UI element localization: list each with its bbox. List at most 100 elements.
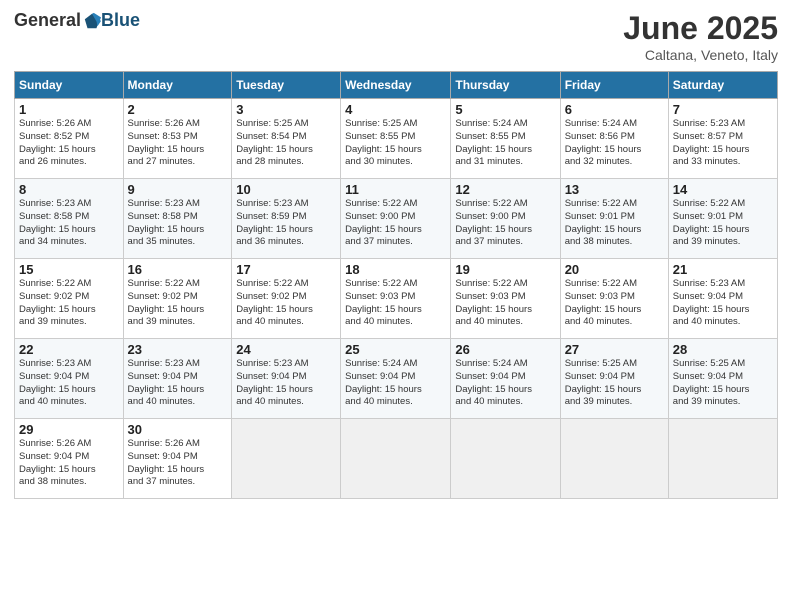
day-number: 4 xyxy=(345,102,446,117)
calendar-cell: 17Sunrise: 5:22 AMSunset: 9:02 PMDayligh… xyxy=(232,259,341,339)
day-info: Sunrise: 5:22 AMSunset: 9:03 PMDaylight:… xyxy=(565,278,664,329)
header-sunday: Sunday xyxy=(15,72,124,99)
day-number: 28 xyxy=(673,342,773,357)
calendar-cell: 30Sunrise: 5:26 AMSunset: 9:04 PMDayligh… xyxy=(123,419,232,499)
day-number: 21 xyxy=(673,262,773,277)
calendar-cell: 27Sunrise: 5:25 AMSunset: 9:04 PMDayligh… xyxy=(560,339,668,419)
day-number: 6 xyxy=(565,102,664,117)
calendar-cell: 15Sunrise: 5:22 AMSunset: 9:02 PMDayligh… xyxy=(15,259,124,339)
calendar-cell: 10Sunrise: 5:23 AMSunset: 8:59 PMDayligh… xyxy=(232,179,341,259)
day-number: 1 xyxy=(19,102,119,117)
day-number: 22 xyxy=(19,342,119,357)
calendar-cell: 20Sunrise: 5:22 AMSunset: 9:03 PMDayligh… xyxy=(560,259,668,339)
header-friday: Friday xyxy=(560,72,668,99)
title-area: June 2025 Caltana, Veneto, Italy xyxy=(623,10,778,63)
day-info: Sunrise: 5:24 AMSunset: 8:56 PMDaylight:… xyxy=(565,118,664,169)
calendar-cell: 19Sunrise: 5:22 AMSunset: 9:03 PMDayligh… xyxy=(451,259,560,339)
calendar-cell: 12Sunrise: 5:22 AMSunset: 9:00 PMDayligh… xyxy=(451,179,560,259)
calendar-cell: 8Sunrise: 5:23 AMSunset: 8:58 PMDaylight… xyxy=(15,179,124,259)
day-info: Sunrise: 5:23 AMSunset: 8:58 PMDaylight:… xyxy=(128,198,228,249)
day-info: Sunrise: 5:23 AMSunset: 8:58 PMDaylight:… xyxy=(19,198,119,249)
day-number: 16 xyxy=(128,262,228,277)
calendar-cell xyxy=(668,419,777,499)
day-info: Sunrise: 5:23 AMSunset: 9:04 PMDaylight:… xyxy=(673,278,773,329)
calendar-cell: 1Sunrise: 5:26 AMSunset: 8:52 PMDaylight… xyxy=(15,99,124,179)
logo: General Blue xyxy=(14,10,140,31)
calendar-cell: 13Sunrise: 5:22 AMSunset: 9:01 PMDayligh… xyxy=(560,179,668,259)
calendar-cell: 24Sunrise: 5:23 AMSunset: 9:04 PMDayligh… xyxy=(232,339,341,419)
day-info: Sunrise: 5:24 AMSunset: 9:04 PMDaylight:… xyxy=(345,358,446,409)
calendar-cell: 9Sunrise: 5:23 AMSunset: 8:58 PMDaylight… xyxy=(123,179,232,259)
day-info: Sunrise: 5:22 AMSunset: 9:00 PMDaylight:… xyxy=(455,198,555,249)
day-number: 26 xyxy=(455,342,555,357)
day-info: Sunrise: 5:24 AMSunset: 8:55 PMDaylight:… xyxy=(455,118,555,169)
day-info: Sunrise: 5:22 AMSunset: 9:02 PMDaylight:… xyxy=(128,278,228,329)
calendar-cell: 5Sunrise: 5:24 AMSunset: 8:55 PMDaylight… xyxy=(451,99,560,179)
calendar-cell: 4Sunrise: 5:25 AMSunset: 8:55 PMDaylight… xyxy=(341,99,451,179)
calendar-table: Sunday Monday Tuesday Wednesday Thursday… xyxy=(14,71,778,499)
day-number: 25 xyxy=(345,342,446,357)
calendar-cell: 16Sunrise: 5:22 AMSunset: 9:02 PMDayligh… xyxy=(123,259,232,339)
day-info: Sunrise: 5:23 AMSunset: 8:57 PMDaylight:… xyxy=(673,118,773,169)
calendar-cell: 21Sunrise: 5:23 AMSunset: 9:04 PMDayligh… xyxy=(668,259,777,339)
logo-icon xyxy=(83,12,101,30)
day-number: 29 xyxy=(19,422,119,437)
day-info: Sunrise: 5:22 AMSunset: 9:02 PMDaylight:… xyxy=(236,278,336,329)
day-number: 9 xyxy=(128,182,228,197)
day-number: 3 xyxy=(236,102,336,117)
calendar-cell: 2Sunrise: 5:26 AMSunset: 8:53 PMDaylight… xyxy=(123,99,232,179)
day-info: Sunrise: 5:22 AMSunset: 9:00 PMDaylight:… xyxy=(345,198,446,249)
day-number: 24 xyxy=(236,342,336,357)
calendar-cell: 6Sunrise: 5:24 AMSunset: 8:56 PMDaylight… xyxy=(560,99,668,179)
day-info: Sunrise: 5:23 AMSunset: 8:59 PMDaylight:… xyxy=(236,198,336,249)
day-info: Sunrise: 5:22 AMSunset: 9:01 PMDaylight:… xyxy=(565,198,664,249)
calendar-cell: 28Sunrise: 5:25 AMSunset: 9:04 PMDayligh… xyxy=(668,339,777,419)
day-number: 18 xyxy=(345,262,446,277)
month-title: June 2025 xyxy=(623,10,778,47)
day-info: Sunrise: 5:25 AMSunset: 9:04 PMDaylight:… xyxy=(565,358,664,409)
day-info: Sunrise: 5:22 AMSunset: 9:03 PMDaylight:… xyxy=(345,278,446,329)
calendar-cell: 22Sunrise: 5:23 AMSunset: 9:04 PMDayligh… xyxy=(15,339,124,419)
day-number: 11 xyxy=(345,182,446,197)
day-number: 17 xyxy=(236,262,336,277)
day-info: Sunrise: 5:24 AMSunset: 9:04 PMDaylight:… xyxy=(455,358,555,409)
calendar-cell: 3Sunrise: 5:25 AMSunset: 8:54 PMDaylight… xyxy=(232,99,341,179)
header: General Blue June 2025 Caltana, Veneto, … xyxy=(14,10,778,63)
day-number: 8 xyxy=(19,182,119,197)
calendar-cell: 23Sunrise: 5:23 AMSunset: 9:04 PMDayligh… xyxy=(123,339,232,419)
day-number: 23 xyxy=(128,342,228,357)
header-wednesday: Wednesday xyxy=(341,72,451,99)
day-info: Sunrise: 5:26 AMSunset: 8:52 PMDaylight:… xyxy=(19,118,119,169)
day-info: Sunrise: 5:26 AMSunset: 9:04 PMDaylight:… xyxy=(128,438,228,489)
day-info: Sunrise: 5:22 AMSunset: 9:03 PMDaylight:… xyxy=(455,278,555,329)
day-info: Sunrise: 5:23 AMSunset: 9:04 PMDaylight:… xyxy=(236,358,336,409)
day-number: 27 xyxy=(565,342,664,357)
calendar-cell: 18Sunrise: 5:22 AMSunset: 9:03 PMDayligh… xyxy=(341,259,451,339)
day-info: Sunrise: 5:23 AMSunset: 9:04 PMDaylight:… xyxy=(128,358,228,409)
day-number: 19 xyxy=(455,262,555,277)
header-thursday: Thursday xyxy=(451,72,560,99)
calendar-cell: 26Sunrise: 5:24 AMSunset: 9:04 PMDayligh… xyxy=(451,339,560,419)
logo-blue-text: Blue xyxy=(101,10,140,31)
day-number: 10 xyxy=(236,182,336,197)
day-number: 15 xyxy=(19,262,119,277)
day-number: 13 xyxy=(565,182,664,197)
day-info: Sunrise: 5:26 AMSunset: 8:53 PMDaylight:… xyxy=(128,118,228,169)
calendar-cell xyxy=(232,419,341,499)
calendar-cell: 7Sunrise: 5:23 AMSunset: 8:57 PMDaylight… xyxy=(668,99,777,179)
day-number: 30 xyxy=(128,422,228,437)
calendar-cell: 14Sunrise: 5:22 AMSunset: 9:01 PMDayligh… xyxy=(668,179,777,259)
day-number: 12 xyxy=(455,182,555,197)
day-number: 7 xyxy=(673,102,773,117)
day-info: Sunrise: 5:25 AMSunset: 8:54 PMDaylight:… xyxy=(236,118,336,169)
header-monday: Monday xyxy=(123,72,232,99)
day-number: 20 xyxy=(565,262,664,277)
header-tuesday: Tuesday xyxy=(232,72,341,99)
page-container: General Blue June 2025 Caltana, Veneto, … xyxy=(0,0,792,509)
calendar-cell xyxy=(560,419,668,499)
day-info: Sunrise: 5:26 AMSunset: 9:04 PMDaylight:… xyxy=(19,438,119,489)
calendar-header-row: Sunday Monday Tuesday Wednesday Thursday… xyxy=(15,72,778,99)
day-info: Sunrise: 5:22 AMSunset: 9:01 PMDaylight:… xyxy=(673,198,773,249)
day-number: 2 xyxy=(128,102,228,117)
location-subtitle: Caltana, Veneto, Italy xyxy=(623,47,778,63)
